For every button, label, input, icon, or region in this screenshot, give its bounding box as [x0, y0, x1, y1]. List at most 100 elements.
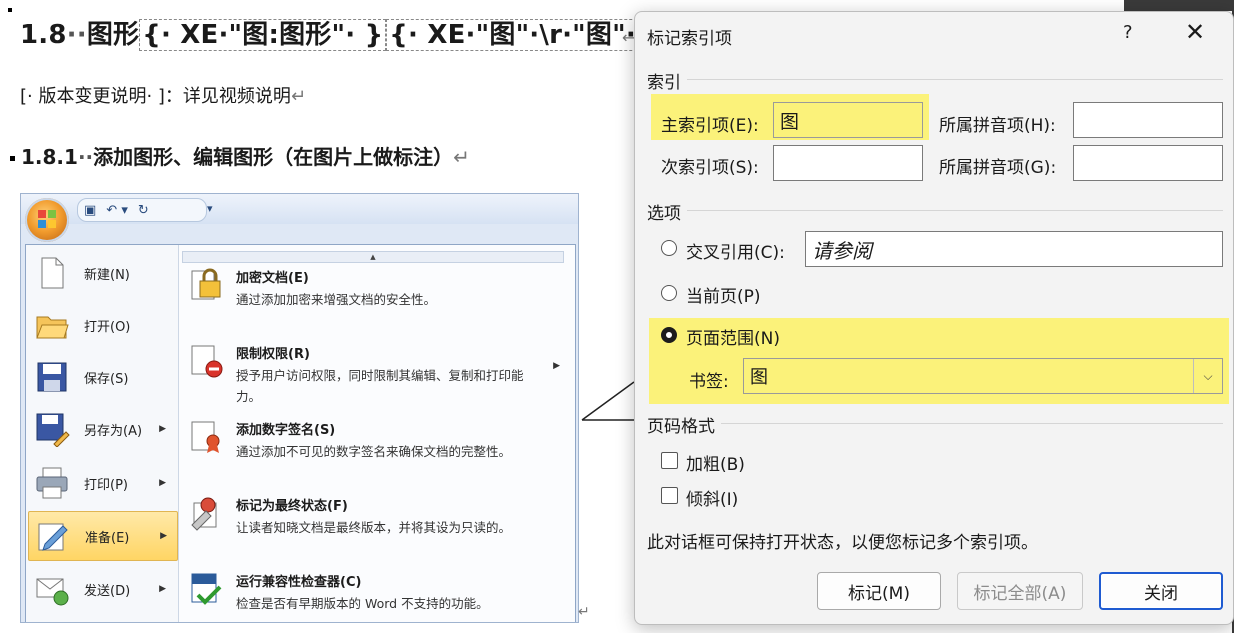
open-folder-icon	[36, 316, 69, 339]
prepare-icon	[38, 523, 68, 551]
bullet-mark	[10, 156, 15, 161]
paragraph-mark	[8, 8, 12, 12]
italic-checkbox[interactable]	[661, 487, 678, 504]
help-button[interactable]: ?	[1123, 22, 1133, 43]
heading-2[interactable]: 1.8.1··添加图形、编辑图形（在图片上做标注）↵	[10, 141, 470, 170]
callout-lines	[581, 381, 635, 421]
background-window-edge	[1124, 0, 1234, 11]
group-options-label: 选项	[647, 204, 681, 224]
sub-entry-label: 次索引项(S):	[661, 158, 759, 178]
heading-2-number: 1.8.1	[21, 145, 78, 169]
submenu-item-desc: 通过添加不可见的数字签名来确保文档的完整性。	[236, 444, 512, 459]
menu-item-print: 打印(P) ▶	[28, 459, 176, 507]
save-disk-icon	[37, 362, 67, 392]
dialog-title: 标记索引项	[647, 29, 732, 49]
menu-item-save-as: 另存为(A) ▶	[28, 405, 176, 453]
prepare-submenu: ▲ 加密文档(E) 通过添加加密来增强文档的安全性。 限制权限(R) 授予用户访…	[180, 245, 574, 622]
sub-pinyin-label: 所属拼音项(G):	[939, 158, 1057, 178]
heading-1[interactable]: 1.8··图形 {· XE·"图:图形"· } {· XE·"图"·\r·"图"· …	[20, 14, 667, 51]
cross-reference-radio[interactable]	[661, 240, 677, 256]
group-index-label: 索引	[647, 73, 681, 93]
mark-button[interactable]: 标记(M)	[817, 572, 941, 610]
redo-icon: ↻	[137, 202, 149, 218]
menu-item-label: 新建(N)	[84, 267, 130, 283]
version-note[interactable]: [· 版本变更说明· ]：详见视频说明↵	[20, 82, 306, 108]
office-button-icon	[25, 198, 69, 242]
bookmark-select[interactable]: 图 ⌵	[743, 358, 1223, 394]
menu-item-prepare: 准备(E) ▶	[28, 511, 178, 561]
new-document-icon	[41, 257, 64, 289]
bold-checkbox[interactable]	[661, 452, 678, 469]
bookmark-label: 书签:	[689, 372, 729, 392]
submenu-arrow-icon: ▶	[159, 478, 166, 488]
menu-item-new: 新建(N)	[28, 249, 176, 297]
submenu-item-title: 添加数字签名(S)	[236, 423, 336, 438]
submenu-item-desc: 通过添加加密来增强文档的安全性。	[236, 292, 437, 307]
office-menu-screenshot[interactable]: ▣ ↶ ▾ ↻ ▾ 新建(N) 打开(O) 保存(S) 另存为(A) ▶ 打印(…	[20, 193, 579, 623]
sub-entry-input[interactable]	[773, 145, 923, 181]
submenu-item-desc: 授予用户访问权限，同时限制其编辑、复制和打印能力。	[236, 368, 524, 404]
sub-pinyin-input[interactable]	[1073, 145, 1223, 181]
group-divider	[687, 79, 1223, 80]
dialog-info-text: 此对话框可保持打开状态，以便您标记多个索引项。	[647, 533, 1038, 553]
return-mark: ↵	[578, 604, 590, 620]
save-icon: ▣	[84, 202, 97, 218]
customize-toolbar-icon: ▾	[207, 202, 213, 215]
main-pinyin-input[interactable]	[1073, 102, 1223, 138]
submenu-item-title: 标记为最终状态(F)	[236, 499, 348, 514]
submenu-arrow-icon: ▶	[159, 424, 166, 434]
submenu-item-desc: 让读者知晓文档是最终版本，并将其设为只读的。	[236, 520, 512, 535]
group-divider	[687, 210, 1223, 211]
menu-item-label: 发送(D)	[84, 583, 131, 599]
main-entry-label: 主索引项(E):	[661, 116, 759, 136]
restrict-permission-icon	[191, 345, 223, 378]
office-menu: 新建(N) 打开(O) 保存(S) 另存为(A) ▶ 打印(P) ▶ 准备(E)…	[25, 244, 576, 622]
group-format-label: 页码格式	[647, 417, 715, 437]
submenu-item-title: 限制权限(R)	[236, 347, 310, 362]
menu-item-label: 打印(P)	[84, 477, 128, 493]
group-divider	[721, 423, 1223, 424]
cross-reference-label[interactable]: 交叉引用(C):	[686, 238, 785, 263]
version-note-text: [· 版本变更说明· ]：详见视频说明	[20, 86, 291, 107]
menu-item-open: 打开(O)	[28, 301, 176, 349]
close-icon[interactable]: ✕	[1185, 18, 1205, 46]
italic-label[interactable]: 倾斜(I)	[686, 485, 738, 510]
mark-all-button[interactable]: 标记全部(A)	[957, 572, 1083, 610]
printer-icon	[36, 467, 68, 499]
save-as-icon	[36, 413, 70, 447]
digital-signature-icon	[191, 421, 220, 453]
heading-1-title: 图形	[86, 20, 140, 50]
page-range-label[interactable]: 页面范围(N)	[686, 324, 780, 349]
submenu-arrow-icon: ▶	[553, 361, 560, 371]
submenu-arrow-icon: ▶	[159, 584, 166, 594]
lock-icon	[191, 268, 221, 300]
send-icon	[36, 578, 69, 606]
main-entry-input[interactable]: 图	[773, 102, 923, 138]
submenu-item-desc: 检查是否有早期版本的 Word 不支持的功能。	[236, 596, 489, 611]
menu-item-label: 准备(E)	[85, 530, 130, 546]
return-mark: ↵	[453, 145, 470, 169]
cross-reference-input[interactable]: 请参阅	[805, 231, 1223, 267]
menu-item-label: 打开(O)	[84, 319, 131, 335]
submenu-item-title: 加密文档(E)	[236, 271, 309, 286]
page-range-radio[interactable]	[661, 327, 677, 343]
menu-item-label: 另存为(A)	[84, 423, 143, 439]
submenu-item-title: 运行兼容性检查器(C)	[236, 575, 362, 590]
bold-label[interactable]: 加粗(B)	[686, 450, 745, 475]
office-menu-left-column: 新建(N) 打开(O) 保存(S) 另存为(A) ▶ 打印(P) ▶ 准备(E)…	[26, 245, 179, 622]
bookmark-value: 图	[750, 367, 768, 388]
main-pinyin-label: 所属拼音项(H):	[939, 116, 1056, 136]
chevron-down-icon[interactable]: ⌵	[1193, 359, 1222, 393]
heading-2-title: 添加图形、编辑图形（在图片上做标注）	[93, 145, 454, 169]
menu-item-send: 发送(D) ▶	[28, 565, 176, 613]
current-page-radio[interactable]	[661, 285, 677, 301]
menu-item-label: 保存(S)	[84, 371, 129, 387]
return-mark: ↵	[290, 86, 307, 107]
compatibility-check-icon	[191, 573, 222, 605]
quick-access-buttons: ▣ ↶ ▾ ↻	[77, 198, 207, 222]
index-field-1[interactable]: {· XE·"图:图形"· }	[139, 19, 387, 51]
current-page-label[interactable]: 当前页(P)	[686, 282, 761, 307]
menu-item-save: 保存(S)	[28, 353, 176, 401]
close-button[interactable]: 关闭	[1099, 572, 1223, 610]
heading-1-number: 1.8	[20, 20, 67, 50]
